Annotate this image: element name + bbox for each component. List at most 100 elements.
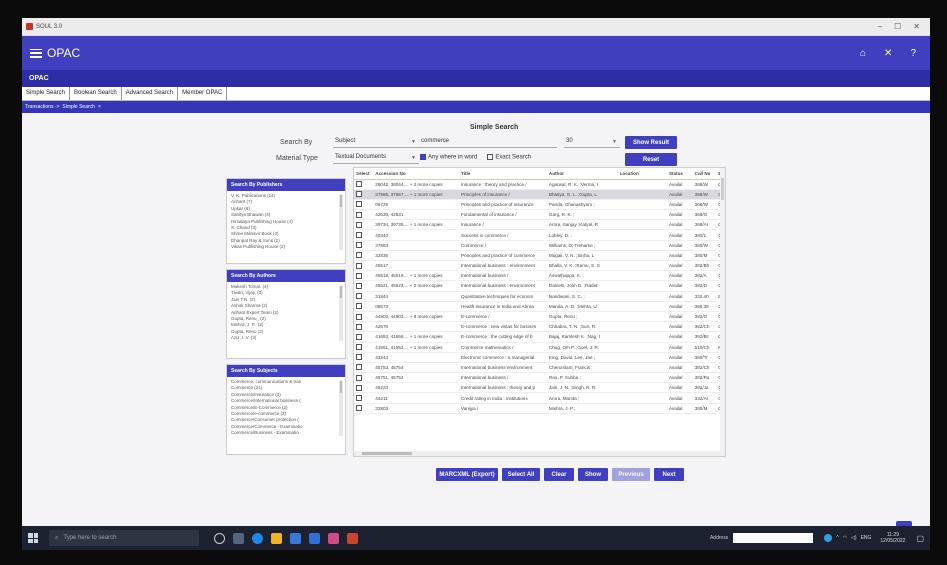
row-select-checkbox[interactable] bbox=[356, 374, 362, 381]
exact-checkbox[interactable] bbox=[487, 154, 494, 160]
menu-icon[interactable] bbox=[30, 48, 42, 58]
row-select-checkbox[interactable] bbox=[356, 395, 362, 402]
close-icon[interactable]: ✕ bbox=[884, 48, 892, 59]
row-select-checkbox[interactable] bbox=[356, 333, 362, 340]
table-row[interactable]: 41551, 41552,... + 1 more copies Commerce… bbox=[354, 342, 725, 353]
row-select-checkbox[interactable] bbox=[356, 211, 362, 218]
taskbar-search[interactable]: ⌕ Type here to search bbox=[49, 530, 199, 546]
row-select-checkbox[interactable] bbox=[356, 262, 362, 269]
windows-start-icon[interactable] bbox=[28, 533, 38, 543]
show-result-button[interactable]: Show Result bbox=[625, 136, 677, 149]
store-icon[interactable] bbox=[290, 532, 301, 544]
search-by-select[interactable]: Subject ▼ bbox=[333, 138, 419, 148]
table-row[interactable]: 42670 E-commerce : new vistas for busines… bbox=[354, 321, 725, 333]
maximize-button[interactable]: ☐ bbox=[894, 22, 901, 31]
row-select-checkbox[interactable] bbox=[356, 293, 362, 300]
minimize-button[interactable]: – bbox=[878, 22, 882, 31]
breadcrumb-close-icon[interactable]: × bbox=[98, 104, 101, 110]
col-header-status[interactable]: Status bbox=[666, 168, 693, 180]
task-view-icon[interactable] bbox=[233, 532, 244, 544]
file-explorer-icon[interactable] bbox=[271, 532, 282, 544]
subjects-scrollbar[interactable] bbox=[339, 380, 343, 436]
table-row[interactable]: 45517 International business : environmen… bbox=[354, 260, 725, 272]
table-row[interactable]: 45518, 45519,... + 1 more copies Internat… bbox=[354, 270, 725, 282]
address-input[interactable] bbox=[733, 533, 814, 543]
clear-button[interactable]: Clear bbox=[544, 468, 574, 481]
language-indicator[interactable]: ENG bbox=[861, 535, 872, 541]
reset-button[interactable]: Reset bbox=[625, 153, 677, 166]
results-count-select[interactable]: 30 ▼ bbox=[564, 138, 620, 148]
table-row[interactable]: 42630, 42631 Fundamental of insurance / Ga… bbox=[354, 209, 725, 221]
authors-scrollbar[interactable] bbox=[339, 285, 343, 341]
material-type-select[interactable]: Textual Documents ▼ bbox=[333, 154, 419, 164]
tab-advanced-search[interactable]: Advanced Search bbox=[122, 87, 179, 100]
table-row[interactable]: 38042, 38044,... + 2 more copies Insuranc… bbox=[354, 179, 725, 190]
col-header-title[interactable]: Title bbox=[459, 168, 547, 180]
show-button[interactable]: Show bbox=[578, 468, 608, 481]
row-select-checkbox[interactable] bbox=[356, 181, 362, 188]
subject-item[interactable]: Commerce/Business - Examinatio bbox=[231, 430, 335, 436]
window-close-button[interactable]: ✕ bbox=[913, 22, 920, 31]
row-select-checkbox[interactable] bbox=[356, 191, 362, 198]
search-term-input[interactable]: commerce bbox=[419, 138, 557, 148]
table-row[interactable]: 31844 Quantitative techniques for econom N… bbox=[354, 291, 725, 302]
table-row[interactable]: 37863 Commerce / Williams, D; Treharne ; Av… bbox=[354, 240, 725, 251]
row-select-checkbox[interactable] bbox=[356, 242, 362, 249]
select-all-button[interactable]: Select All bbox=[502, 468, 540, 481]
anywhere-option[interactable]: Any where in word bbox=[420, 154, 477, 161]
tab-boolean-search[interactable]: Boolean Search bbox=[70, 87, 122, 100]
table-row[interactable]: 08573 Health insurance in India and Abroa… bbox=[354, 301, 725, 312]
mail-icon[interactable] bbox=[309, 532, 320, 544]
col-header-location[interactable]: Location bbox=[617, 168, 667, 180]
cortana-icon[interactable] bbox=[214, 532, 225, 544]
chevron-up-icon[interactable]: ^ bbox=[836, 535, 838, 541]
row-select-checkbox[interactable] bbox=[356, 344, 362, 351]
table-row[interactable]: 44211 Credit rating in India : institutio… bbox=[354, 392, 725, 404]
exact-option[interactable]: Exact Search bbox=[487, 154, 531, 161]
row-select-checkbox[interactable] bbox=[356, 201, 362, 208]
table-horizontal-scrollbar[interactable] bbox=[354, 451, 725, 456]
author-item[interactable]: Aziz, I. V. (2) bbox=[231, 335, 335, 341]
publisher-item[interactable]: Vikas Publishing House (2) bbox=[231, 244, 335, 250]
row-select-checkbox[interactable] bbox=[356, 323, 362, 330]
table-row[interactable]: 32803 Vanijya / Mishra, J. P.; Availal 380/M… bbox=[354, 403, 725, 414]
col-header-author[interactable]: Author bbox=[546, 168, 618, 180]
row-select-checkbox[interactable] bbox=[356, 282, 362, 289]
table-row[interactable]: 45753, 45754 International business envir… bbox=[354, 362, 725, 374]
row-select-checkbox[interactable] bbox=[356, 384, 362, 391]
tab-member-opac[interactable]: Member OPAC bbox=[178, 87, 228, 100]
publishers-scrollbar[interactable] bbox=[339, 194, 343, 250]
table-vertical-scrollbar[interactable] bbox=[720, 168, 725, 451]
soul-app-icon[interactable] bbox=[347, 532, 358, 544]
table-row[interactable]: 37966, 37967,... + 1 more copies Principl… bbox=[354, 189, 725, 200]
table-row[interactable]: 41653, 41656,... + 1 more copies E-commer… bbox=[354, 331, 725, 343]
table-row[interactable]: 44902, 44903,... + 8 more copies E-commer… bbox=[354, 311, 725, 323]
row-select-checkbox[interactable] bbox=[356, 221, 362, 228]
marcxml-export-button[interactable]: MARCXML (Export) bbox=[436, 468, 498, 481]
row-select-checkbox[interactable] bbox=[356, 252, 362, 259]
row-select-checkbox[interactable] bbox=[356, 364, 362, 371]
row-select-checkbox[interactable] bbox=[356, 405, 362, 412]
previous-button[interactable]: Previous bbox=[612, 468, 650, 481]
table-row[interactable]: 39734, 39735,... + 1 more copies Insuranc… bbox=[354, 219, 725, 231]
edge-icon[interactable] bbox=[252, 532, 263, 544]
col-header-accession[interactable]: Accession No bbox=[373, 168, 460, 180]
table-row[interactable]: 09729 Principles and practice of insuranc… bbox=[354, 199, 725, 211]
table-row[interactable]: 45223 International business : theory and… bbox=[354, 382, 725, 394]
clock[interactable]: 11:29 12/05/2022 bbox=[880, 532, 905, 544]
table-row[interactable]: 40340 Success in commerce / Lobley, D. ; Av… bbox=[354, 229, 725, 241]
table-row[interactable]: 45751, 45752 International business / Rao,… bbox=[354, 372, 725, 384]
row-select-checkbox[interactable] bbox=[356, 232, 362, 239]
home-icon[interactable]: ⌂ bbox=[860, 48, 866, 59]
table-row[interactable]: 45521, 45522,... + 2 more copies Internat… bbox=[354, 280, 725, 292]
table-row[interactable]: 32836 Principles and practice of commerce… bbox=[354, 250, 725, 262]
network-app-icon[interactable] bbox=[824, 534, 833, 542]
wifi-icon[interactable]: ◠ bbox=[843, 535, 847, 541]
next-button[interactable]: Next bbox=[654, 468, 684, 481]
breadcrumb-root[interactable]: Transactions -> bbox=[25, 104, 59, 110]
volume-icon[interactable]: ◁) bbox=[851, 535, 857, 541]
row-select-checkbox[interactable] bbox=[356, 313, 362, 320]
row-select-checkbox[interactable] bbox=[356, 354, 362, 361]
notifications-icon[interactable]: ▢ bbox=[916, 534, 924, 543]
row-select-checkbox[interactable] bbox=[356, 303, 362, 310]
